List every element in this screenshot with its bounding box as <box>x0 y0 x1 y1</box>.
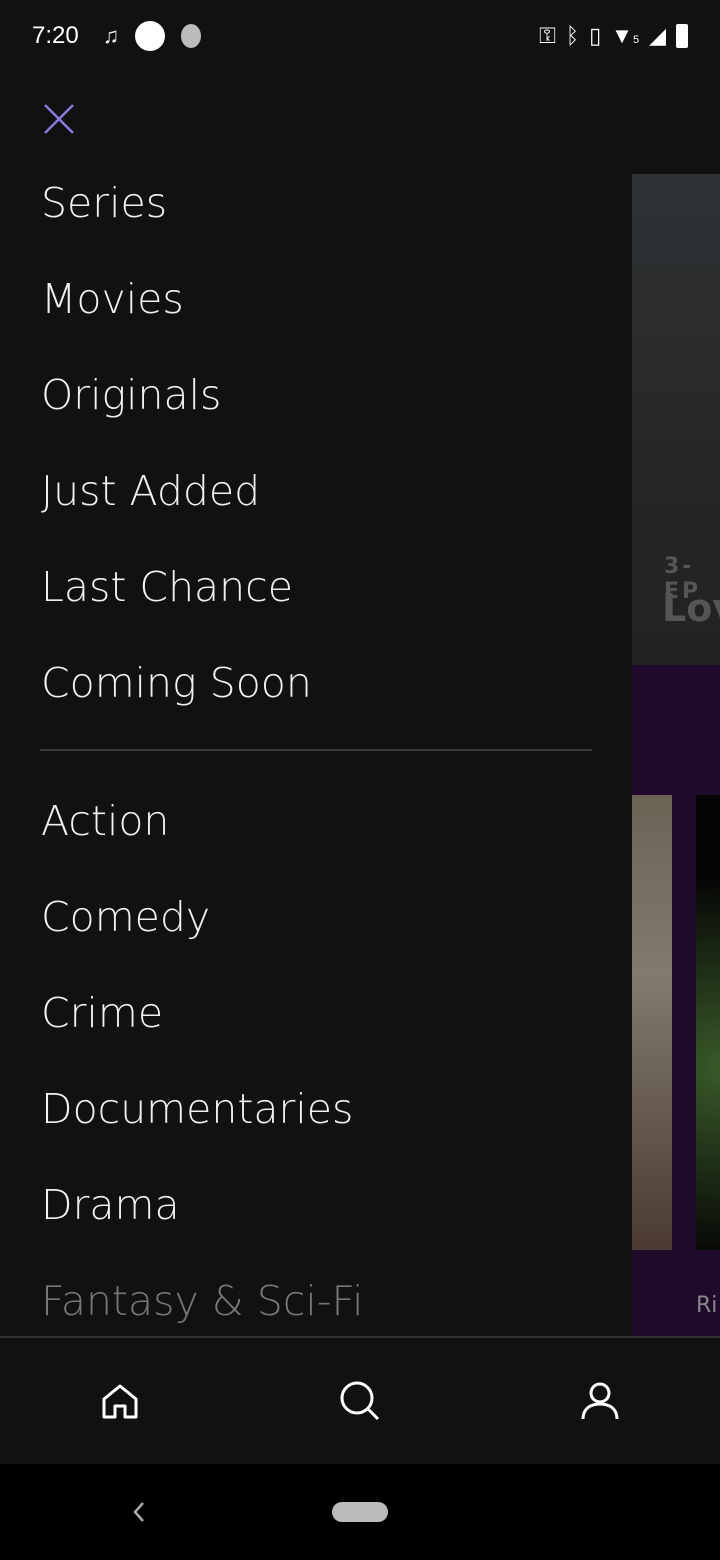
menu-item-documentaries[interactable]: Documentaries <box>0 1061 632 1157</box>
menu-item-movies[interactable]: Movies <box>0 251 632 347</box>
featured-row: Ri <box>632 665 720 1336</box>
poster[interactable] <box>632 795 672 1250</box>
fire-icon <box>181 24 202 48</box>
home-icon[interactable] <box>100 1381 140 1421</box>
wifi-icon: ▼5 <box>611 23 640 48</box>
vibrate-icon: ▯ <box>589 23 602 48</box>
status-bar: 7:20 ♫ ⚿ ᛒ ▯ ▼5 ◢ <box>0 0 720 72</box>
menu-item-series[interactable]: Series <box>0 155 632 251</box>
signal-icon: ◢ <box>649 23 666 48</box>
menu-item-comedy[interactable]: Comedy <box>0 869 632 965</box>
profile-icon[interactable] <box>580 1381 620 1421</box>
menu-item-drama[interactable]: Drama <box>0 1157 632 1253</box>
home-pill[interactable] <box>332 1502 388 1522</box>
bottom-nav <box>0 1336 720 1464</box>
clock: 7:20 <box>32 22 79 49</box>
hero-title: Lov <box>662 586 720 630</box>
search-icon[interactable] <box>339 1380 381 1422</box>
menu-item-last-chance[interactable]: Last Chance <box>0 539 632 635</box>
row-caption: Ri <box>696 1293 718 1318</box>
menu-item-just-added[interactable]: Just Added <box>0 443 632 539</box>
edit-icon <box>135 21 166 51</box>
vpn-key-icon: ⚿ <box>539 23 556 48</box>
back-icon[interactable] <box>130 1500 148 1524</box>
menu-item-crime[interactable]: Crime <box>0 965 632 1061</box>
menu-item-fantasy-sci-fi[interactable]: Fantasy & Sci-Fi <box>0 1253 632 1349</box>
drawer-menu: Series Movies Originals Just Added Last … <box>0 155 632 1349</box>
menu-item-coming-soon[interactable]: Coming Soon <box>0 635 632 731</box>
poster[interactable] <box>696 795 720 1250</box>
music-icon: ♫ <box>102 23 120 48</box>
system-nav-bar <box>0 1464 720 1560</box>
divider <box>40 749 592 751</box>
bluetooth-icon: ᛒ <box>565 23 580 48</box>
battery-icon <box>676 24 688 48</box>
close-icon[interactable] <box>40 100 78 138</box>
hero-image: 3-EP Lov <box>632 174 720 665</box>
wifi-label: 5 <box>632 34 640 46</box>
menu-item-action[interactable]: Action <box>0 773 632 869</box>
menu-item-originals[interactable]: Originals <box>0 347 632 443</box>
